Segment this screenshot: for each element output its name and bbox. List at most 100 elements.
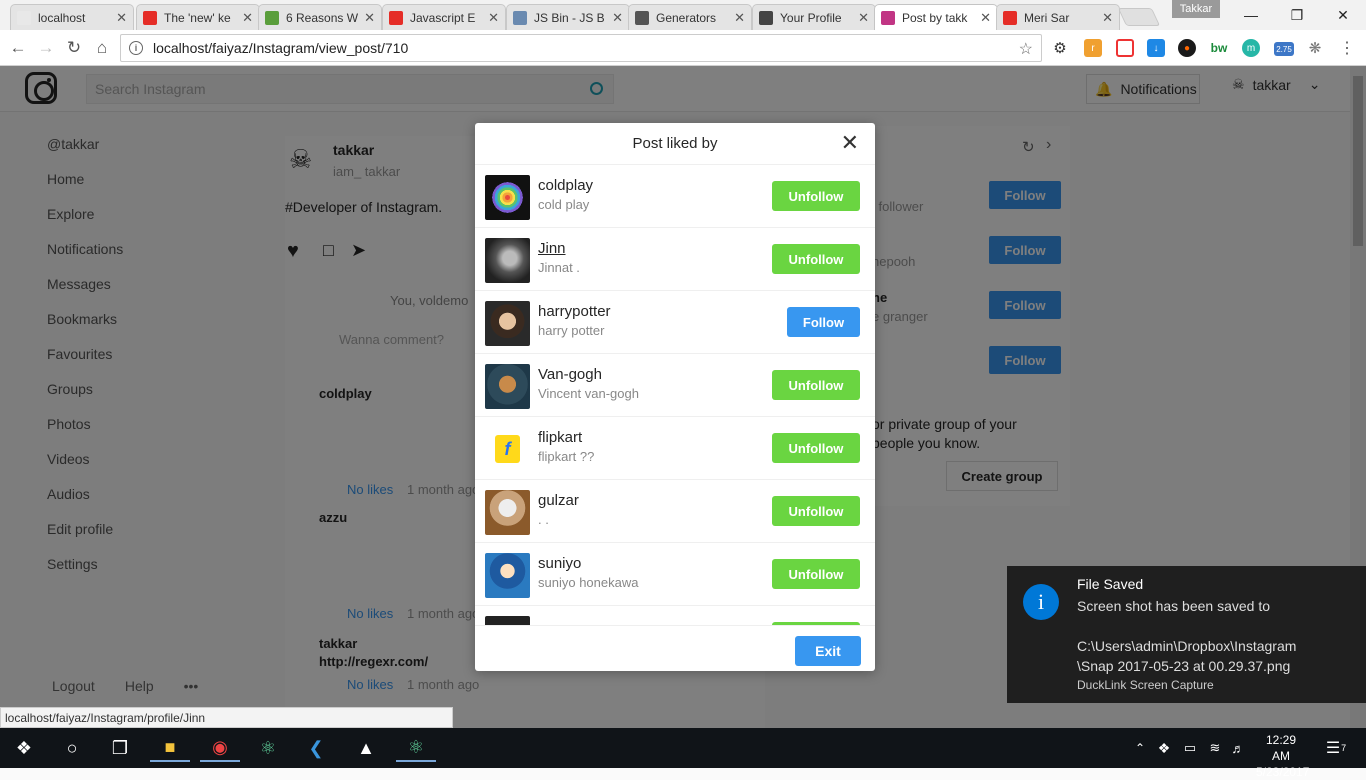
liker-username[interactable]: harrypotter (538, 303, 611, 320)
windows-start-icon[interactable]: ❖ (4, 734, 44, 762)
notification-count: 7 (1341, 743, 1347, 753)
modal-title: Post liked by (632, 135, 718, 152)
task-view-icon[interactable]: ❐ (100, 734, 140, 762)
battery-icon[interactable]: ▭ (1178, 734, 1202, 762)
liker-fullname: Jinnat . (538, 260, 580, 275)
browser-tab[interactable]: localhost ✕ (10, 4, 134, 30)
exit-button[interactable]: Exit (795, 636, 861, 666)
close-tab-icon[interactable]: ✕ (116, 10, 127, 26)
atom-icon[interactable]: ⚛ (396, 734, 436, 762)
menu-icon[interactable]: ⋮ (1338, 39, 1356, 57)
maximize-icon[interactable]: ❐ (1274, 0, 1320, 30)
close-tab-icon[interactable]: ✕ (364, 10, 375, 26)
user-avatar[interactable] (485, 616, 530, 625)
tab-title: Your Profile (780, 10, 842, 25)
close-tab-icon[interactable]: ✕ (612, 10, 623, 26)
close-tab-icon[interactable]: ✕ (980, 10, 991, 26)
timer-icon (265, 10, 279, 25)
unfollow-button[interactable]: Unfollow (772, 181, 860, 211)
user-avatar[interactable] (485, 301, 530, 346)
liker-username[interactable]: Jinn (538, 240, 566, 257)
flipkart-logo-icon: f (495, 435, 520, 463)
tab-title: localhost (38, 10, 86, 25)
browser-tab[interactable]: Your Profile ✕ (752, 4, 876, 30)
dropbox-icon[interactable]: ❖ (1152, 734, 1176, 762)
liker-row: Van-gogh Vincent van-gogh Unfollow (475, 354, 875, 417)
extension-badge-icon[interactable]: 2.75 (1274, 42, 1294, 56)
user-avatar[interactable]: f (485, 427, 530, 472)
atom-icon[interactable]: ⚛ (248, 734, 288, 762)
photos-icon[interactable]: ▲ (346, 734, 386, 762)
liker-row-partial (475, 606, 875, 625)
volume-icon[interactable]: ♬ (1226, 734, 1250, 762)
cortana-icon[interactable]: ○ (52, 734, 92, 762)
liker-fullname: Vincent van-gogh (538, 386, 639, 401)
back-icon[interactable]: ← (6, 36, 30, 60)
browser-tab[interactable]: Meri Sar ✕ (996, 4, 1120, 30)
browser-tab[interactable]: Generators ✕ (628, 4, 752, 30)
extension-icon[interactable]: bw (1210, 39, 1228, 57)
clock-date: 5/23/2017 (1256, 765, 1310, 779)
download-icon[interactable]: ↓ (1147, 39, 1165, 57)
close-tab-icon[interactable]: ✕ (242, 10, 253, 26)
browser-tab[interactable]: 6 Reasons W ✕ (258, 4, 382, 30)
bookmark-star-icon[interactable]: ☆ (1019, 39, 1033, 59)
liker-username[interactable]: Van-gogh (538, 366, 602, 383)
extension-icon[interactable]: ● (1178, 39, 1196, 57)
chrome-profile-badge[interactable]: Takkar (1172, 0, 1220, 18)
wifi-icon[interactable]: ≋ (1203, 734, 1227, 762)
settings-gear-icon[interactable]: ⚙ (1051, 39, 1069, 57)
close-tab-icon[interactable]: ✕ (488, 10, 499, 26)
browser-tab[interactable]: Javascript E ✕ (382, 4, 506, 30)
file-explorer-icon[interactable]: ■ (150, 734, 190, 762)
new-tab-button[interactable] (1117, 8, 1161, 26)
browser-tab[interactable]: Post by takk ✕ (874, 4, 998, 31)
minimize-icon[interactable]: — (1228, 0, 1274, 30)
browser-toolbar: ← → ↻ ⌂ i localhost/faiyaz/Instagram/vie… (0, 30, 1366, 66)
file-saved-notification[interactable]: i File Saved Screen shot has been saved … (1007, 566, 1366, 703)
liker-username[interactable]: gulzar (538, 492, 579, 509)
address-bar[interactable]: i localhost/faiyaz/Instagram/view_post/7… (120, 34, 1042, 62)
modal-header: Post liked by ✕ (475, 123, 875, 165)
liker-username[interactable]: flipkart (538, 429, 582, 446)
browser-tab[interactable]: JS Bin - JS B ✕ (506, 4, 630, 30)
user-avatar[interactable] (485, 238, 530, 283)
close-tab-icon[interactable]: ✕ (858, 10, 869, 26)
liker-username[interactable]: suniyo (538, 555, 581, 572)
extension-icon[interactable]: r (1084, 39, 1102, 57)
follow-button[interactable]: Follow (787, 307, 860, 337)
liked-by-modal: Post liked by ✕ coldplay cold play Unfollo… (475, 123, 875, 671)
tab-title: 6 Reasons W (286, 10, 359, 25)
taskbar-clock[interactable]: 12:29 AM 5/23/2017 (1256, 732, 1310, 780)
hashnode-icon (759, 10, 773, 25)
user-avatar[interactable] (485, 175, 530, 220)
user-avatar[interactable] (485, 364, 530, 409)
liker-fullname: flipkart ?? (538, 449, 595, 464)
close-window-icon[interactable]: ✕ (1320, 0, 1366, 30)
action-center-icon[interactable]: ☰ 7 (1318, 734, 1354, 762)
reload-icon[interactable]: ↻ (62, 36, 86, 60)
info-icon[interactable]: i (129, 41, 143, 55)
chevron-up-icon[interactable]: ⌃ (1130, 734, 1150, 762)
unfollow-button[interactable]: Unfollow (772, 244, 860, 274)
chrome-icon[interactable]: ◉ (200, 734, 240, 762)
user-avatar[interactable] (485, 490, 530, 535)
vscode-icon[interactable]: ❮ (296, 734, 336, 762)
close-tab-icon[interactable]: ✕ (1102, 10, 1113, 26)
extension-icon[interactable]: ❋ (1306, 39, 1324, 57)
tab-title: JS Bin - JS B (534, 10, 605, 25)
extension-icon[interactable]: m (1242, 39, 1260, 57)
browser-tab[interactable]: The 'new' ke ✕ (136, 4, 260, 30)
user-avatar[interactable] (485, 553, 530, 598)
liker-username[interactable]: coldplay (538, 177, 593, 194)
unfollow-button[interactable]: Unfollow (772, 370, 860, 400)
liked-by-list[interactable]: coldplay cold play Unfollow Jinn Jinnat . Unf… (475, 165, 875, 625)
forward-icon[interactable]: → (34, 36, 58, 60)
extension-icon[interactable] (1116, 39, 1134, 57)
close-icon[interactable]: ✕ (841, 132, 859, 154)
unfollow-button[interactable]: Unfollow (772, 433, 860, 463)
close-tab-icon[interactable]: ✕ (734, 10, 745, 26)
unfollow-button[interactable]: Unfollow (772, 496, 860, 526)
unfollow-button[interactable]: Unfollow (772, 559, 860, 589)
home-icon[interactable]: ⌂ (90, 36, 114, 60)
